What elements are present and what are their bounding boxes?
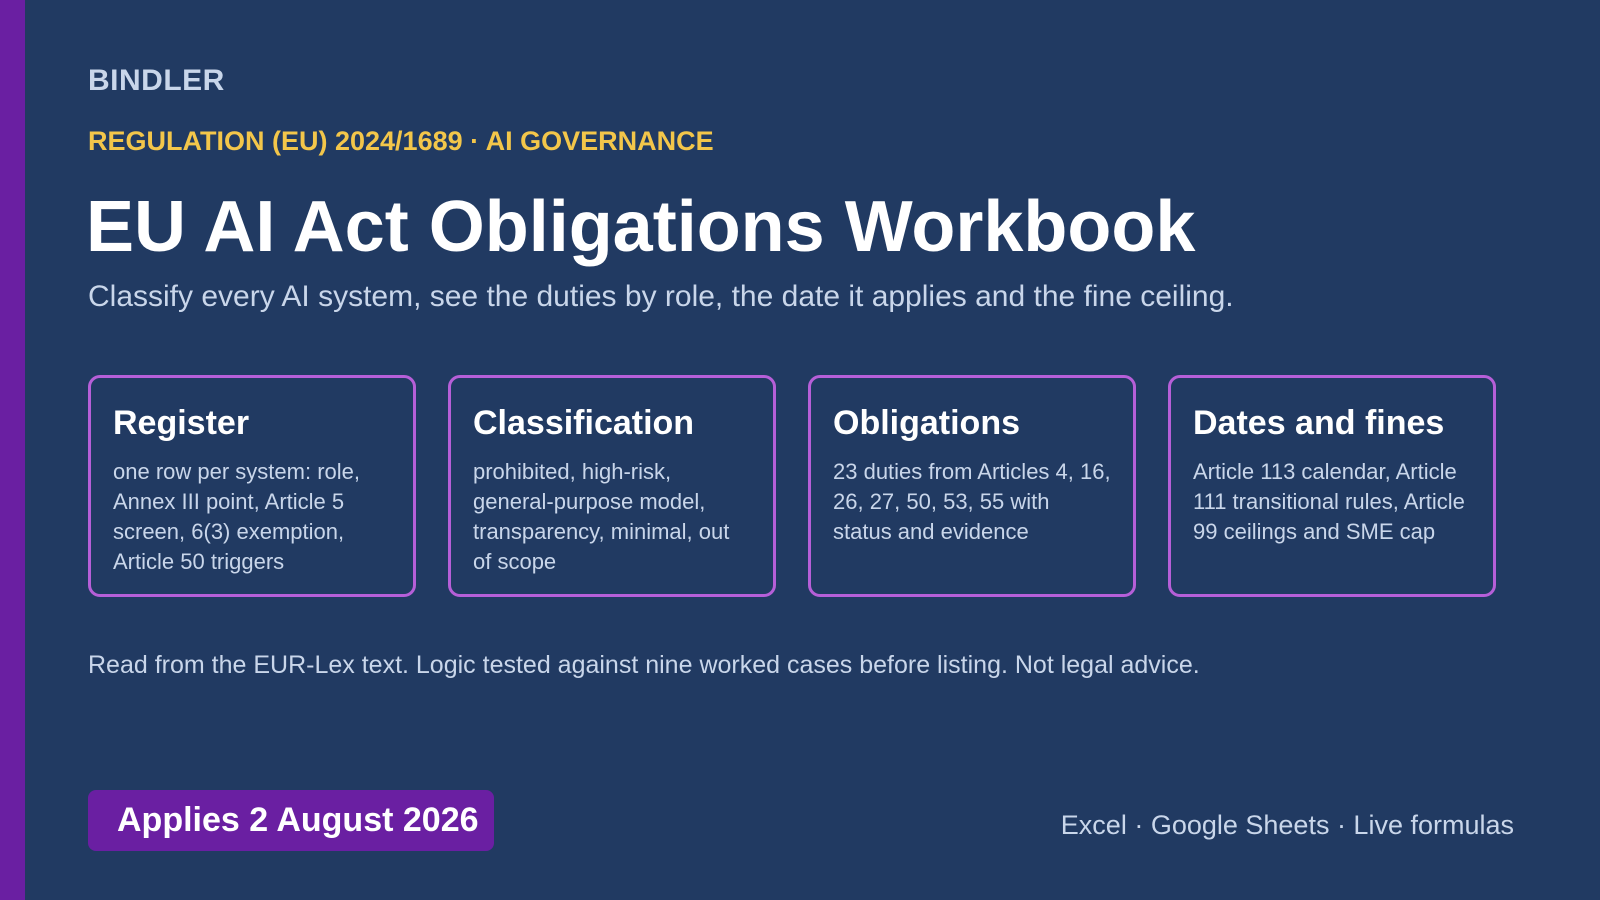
card-title: Obligations — [833, 404, 1020, 442]
applies-date-badge: Applies 2 August 2026 — [88, 790, 494, 851]
card-description: 23 duties from Articles 4, 16, 26, 27, 5… — [833, 459, 1111, 544]
card-title: Dates and fines — [1193, 404, 1445, 442]
card-title: Classification — [473, 404, 695, 442]
formats-line: Excel · Google Sheets · Live formulas — [1060, 810, 1514, 840]
feature-cards: Register one row per system: role, Annex… — [88, 375, 1496, 597]
card-title: Register — [113, 404, 250, 442]
card-description: one row per system: role, Annex III poin… — [113, 459, 360, 574]
card-register: Register one row per system: role, Annex… — [88, 375, 416, 597]
brand-name: BINDLER — [88, 64, 225, 97]
card-obligations: Obligations 23 duties from Articles 4, 1… — [808, 375, 1136, 597]
card-dates-and-fines: Dates and fines Article 113 calendar, Ar… — [1168, 375, 1496, 597]
card-description: Article 113 calendar, Article 111 transi… — [1193, 459, 1465, 544]
card-description: prohibited, high-risk, general-purpose m… — [473, 459, 730, 574]
card-classification: Classification prohibited, high-risk, ge… — [448, 375, 776, 597]
disclaimer-note: Read from the EUR-Lex text. Logic tested… — [88, 651, 1200, 679]
page-subtitle: Classify every AI system, see the duties… — [88, 280, 1234, 313]
page-title: EU AI Act Obligations Workbook — [86, 187, 1196, 267]
regulation-kicker: REGULATION (EU) 2024/1689 · AI GOVERNANC… — [88, 126, 714, 156]
left-accent-bar — [0, 0, 25, 900]
